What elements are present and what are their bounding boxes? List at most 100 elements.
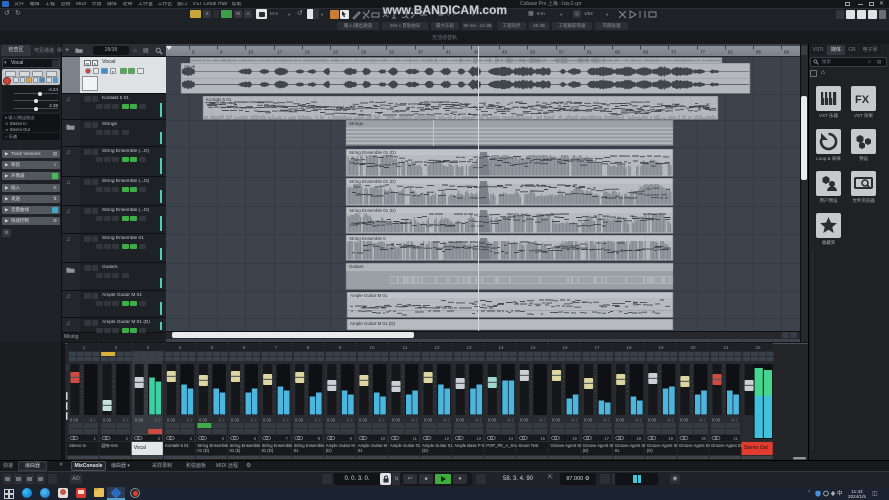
svg-text:0.00: 0.00	[616, 418, 625, 423]
svg-text:16: 16	[572, 436, 577, 441]
svg-text:29: 29	[361, 50, 367, 55]
svg-text:Ample Guitar M 01: Ample Guitar M 01	[350, 293, 388, 298]
svg-text:0.00: 0.00	[552, 418, 561, 423]
svg-text:16: 16	[562, 345, 568, 350]
svg-text:混响-mst: 混响-mst	[101, 442, 118, 449]
svg-text:10: 10	[369, 345, 375, 350]
svg-text:9: 9	[220, 50, 223, 55]
svg-text:www.BANDICAM.com: www.BANDICAM.com	[382, 3, 507, 17]
svg-text:-8.2: -8.2	[602, 418, 610, 423]
svg-text:65: 65	[615, 50, 621, 55]
svg-text:0.00: 0.00	[680, 418, 689, 423]
svg-text:20: 20	[701, 436, 706, 441]
svg-text:0.00: 0.00	[712, 418, 721, 423]
svg-text:Strings: Strings	[349, 121, 364, 126]
svg-text:0.00: 0.00	[199, 418, 208, 423]
svg-text:12: 12	[434, 345, 440, 350]
svg-text:89: 89	[784, 50, 790, 55]
svg-text:13: 13	[466, 345, 472, 350]
svg-text:-8.2: -8.2	[538, 418, 546, 423]
svg-text:33: 33	[389, 50, 395, 55]
svg-text:11: 11	[413, 436, 418, 441]
svg-text:21: 21	[723, 345, 729, 350]
svg-text:0.00: 0.00	[584, 418, 593, 423]
svg-text:String Ensemble 01 (D): String Ensemble 01 (D)	[349, 179, 396, 184]
svg-text:61: 61	[587, 50, 593, 55]
svg-text:17: 17	[604, 436, 609, 441]
svg-text:(D): (D)	[583, 448, 589, 453]
svg-text:FX: FX	[855, 94, 870, 106]
svg-text:01 (5): 01 (5)	[230, 448, 242, 453]
svg-text:0.00: 0.00	[359, 418, 368, 423]
svg-text:-8.2: -8.2	[88, 418, 96, 423]
svg-text:41: 41	[446, 50, 452, 55]
svg-text:-8.2: -8.2	[185, 418, 193, 423]
svg-text:49: 49	[502, 50, 508, 55]
svg-text:14: 14	[508, 436, 513, 441]
svg-text:Ample Guitar M 01 (D): Ample Guitar M 01 (D)	[350, 321, 396, 326]
svg-text:53: 53	[530, 50, 536, 55]
svg-text:-8.2: -8.2	[442, 418, 450, 423]
svg-text:Ample Bass P 01: Ample Bass P 01	[454, 443, 487, 448]
svg-text:-8.2: -8.2	[153, 418, 161, 423]
svg-text:21: 21	[305, 50, 311, 55]
svg-text:69: 69	[643, 50, 649, 55]
svg-text:01: 01	[615, 448, 620, 453]
svg-text:Ample Guitar 01: Ample Guitar 01	[390, 443, 421, 448]
svg-text:17: 17	[277, 50, 283, 55]
svg-text:Groove Agent SE: Groove Agent SE	[551, 443, 584, 448]
svg-text:19: 19	[668, 436, 673, 441]
svg-text:0.00: 0.00	[520, 418, 529, 423]
svg-text:57: 57	[559, 50, 565, 55]
svg-text:21: 21	[733, 436, 738, 441]
svg-text:-8.2: -8.2	[217, 418, 225, 423]
svg-text:17: 17	[594, 345, 600, 350]
svg-text:-8.2: -8.2	[410, 418, 418, 423]
svg-text:22: 22	[755, 345, 761, 350]
svg-text:-8.2: -8.2	[474, 418, 482, 423]
svg-text:0.00: 0.00	[488, 418, 497, 423]
svg-text:(D): (D)	[422, 448, 428, 453]
svg-text:14: 14	[498, 345, 504, 350]
svg-text:01: 01	[294, 448, 299, 453]
svg-text:String Ensemble 01 (D): String Ensemble 01 (D)	[349, 208, 396, 213]
svg-text:15: 15	[540, 436, 545, 441]
svg-text:Stereo Out: Stereo Out	[744, 445, 769, 451]
svg-text:0.00: 0.00	[424, 418, 433, 423]
svg-text:0.00: 0.00	[327, 418, 336, 423]
svg-text:-8.2: -8.2	[281, 418, 289, 423]
svg-text:19: 19	[658, 345, 664, 350]
svg-text:18: 18	[626, 345, 632, 350]
svg-text:-8.2: -8.2	[666, 418, 674, 423]
svg-text:Stereo In: Stereo In	[69, 443, 87, 448]
svg-text:12: 12	[444, 436, 449, 441]
svg-text:Vocal: Vocal	[134, 445, 146, 451]
svg-text:15: 15	[530, 345, 536, 350]
svg-text:-8.2: -8.2	[698, 418, 706, 423]
svg-text:18: 18	[636, 436, 641, 441]
svg-text:-8.2: -8.2	[249, 418, 257, 423]
svg-text:13: 13	[248, 50, 254, 55]
svg-text:-8.2: -8.2	[313, 418, 321, 423]
svg-text:0.00: 0.00	[392, 418, 401, 423]
svg-text:11: 11	[403, 345, 408, 350]
svg-text:Kontakt 5 01: Kontakt 5 01	[165, 443, 189, 448]
svg-text:-8.2: -8.2	[121, 418, 129, 423]
svg-text:5: 5	[192, 50, 195, 55]
svg-text:0.00: 0.00	[103, 418, 112, 423]
svg-text:0.00: 0.00	[231, 418, 240, 423]
svg-text:37: 37	[418, 50, 424, 55]
svg-text:0.00: 0.00	[263, 418, 272, 423]
svg-text:-8.2: -8.2	[377, 418, 385, 423]
svg-text:String Ensemble 0: String Ensemble 0	[349, 236, 386, 241]
svg-text:Snare Test: Snare Test	[518, 443, 539, 448]
svg-text:Groove Agent 01: Groove Agent 01	[711, 443, 743, 448]
svg-text:81: 81	[728, 50, 734, 55]
svg-text:-8.2: -8.2	[345, 418, 353, 423]
svg-text:13: 13	[476, 436, 481, 441]
svg-text:Guitars: Guitars	[349, 264, 364, 269]
svg-text:-8.2: -8.2	[506, 418, 514, 423]
svg-text:0.00: 0.00	[135, 418, 144, 423]
svg-text:(D): (D)	[326, 448, 332, 453]
svg-text:Kontakt 5 01: Kontakt 5 01	[206, 97, 232, 102]
